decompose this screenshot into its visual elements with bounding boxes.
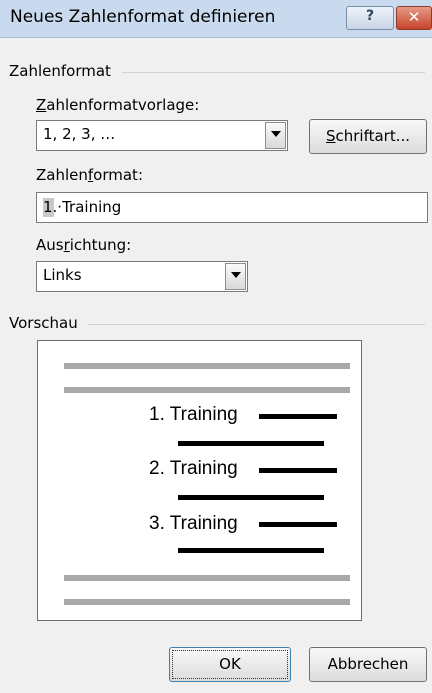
format-label-pre: Zahlen <box>36 166 88 184</box>
preview-group-label: Vorschau <box>9 314 78 332</box>
preview-text-line <box>259 414 337 419</box>
chevron-down-icon[interactable] <box>265 122 286 149</box>
preview-text-line <box>259 468 337 473</box>
alignment-label-post: ichtung: <box>69 236 132 254</box>
preview-gray-line <box>64 599 350 605</box>
template-select[interactable]: 1, 2, 3, … <box>36 120 288 151</box>
chevron-down-icon[interactable] <box>225 263 246 290</box>
template-label-text: ahlenformatvorlage: <box>46 96 200 114</box>
group-divider <box>88 324 425 325</box>
font-button-label: chriftart... <box>335 127 411 145</box>
title-bar[interactable]: Neues Zahlenformat definieren ? ✕ <box>0 0 432 38</box>
format-label-post: ormat: <box>93 166 143 184</box>
close-button[interactable]: ✕ <box>396 6 432 30</box>
preview-item-1: 1. Training <box>149 404 238 425</box>
font-button-access-key: S <box>325 127 336 145</box>
preview-gray-line <box>64 387 350 393</box>
alignment-select[interactable]: Links <box>36 261 248 292</box>
template-label-access-key: Z <box>36 96 47 114</box>
preview-item-3: 3. Training <box>149 513 238 534</box>
preview-text-line <box>178 548 324 553</box>
preview-gray-line <box>64 363 350 369</box>
preview-pane: 1. Training 2. Training 3. Training <box>37 340 362 621</box>
dialog-window: Neues Zahlenformat definieren ? ✕ Zahlen… <box>0 0 432 693</box>
alignment-label: Ausrichtung: <box>36 236 131 254</box>
format-label: Zahlenformat: <box>36 166 143 184</box>
font-button[interactable]: Schriftart... <box>309 119 427 154</box>
cancel-button[interactable]: Abbrechen <box>309 647 427 682</box>
preview-text-line <box>178 495 324 500</box>
template-label: Zahlenformatvorlage: <box>36 96 199 114</box>
preview-gray-line <box>64 575 350 581</box>
preview-text-line <box>178 441 324 446</box>
template-select-value: 1, 2, 3, … <box>43 125 116 143</box>
format-input-value: 1.·Training <box>43 198 122 216</box>
group-divider <box>122 72 425 73</box>
alignment-label-pre: Aus <box>36 236 64 254</box>
preview-item-2: 2. Training <box>149 458 238 479</box>
preview-text-line <box>259 522 337 527</box>
close-icon: ✕ <box>407 8 421 26</box>
dialog-title: Neues Zahlenformat definieren <box>10 7 276 27</box>
help-icon: ? <box>365 8 375 24</box>
number-format-group-label: Zahlenformat <box>9 62 111 80</box>
ok-button[interactable]: OK <box>169 647 291 682</box>
alignment-select-value: Links <box>43 266 82 284</box>
format-input[interactable]: 1.·Training <box>36 192 428 223</box>
help-button[interactable]: ? <box>346 6 394 30</box>
